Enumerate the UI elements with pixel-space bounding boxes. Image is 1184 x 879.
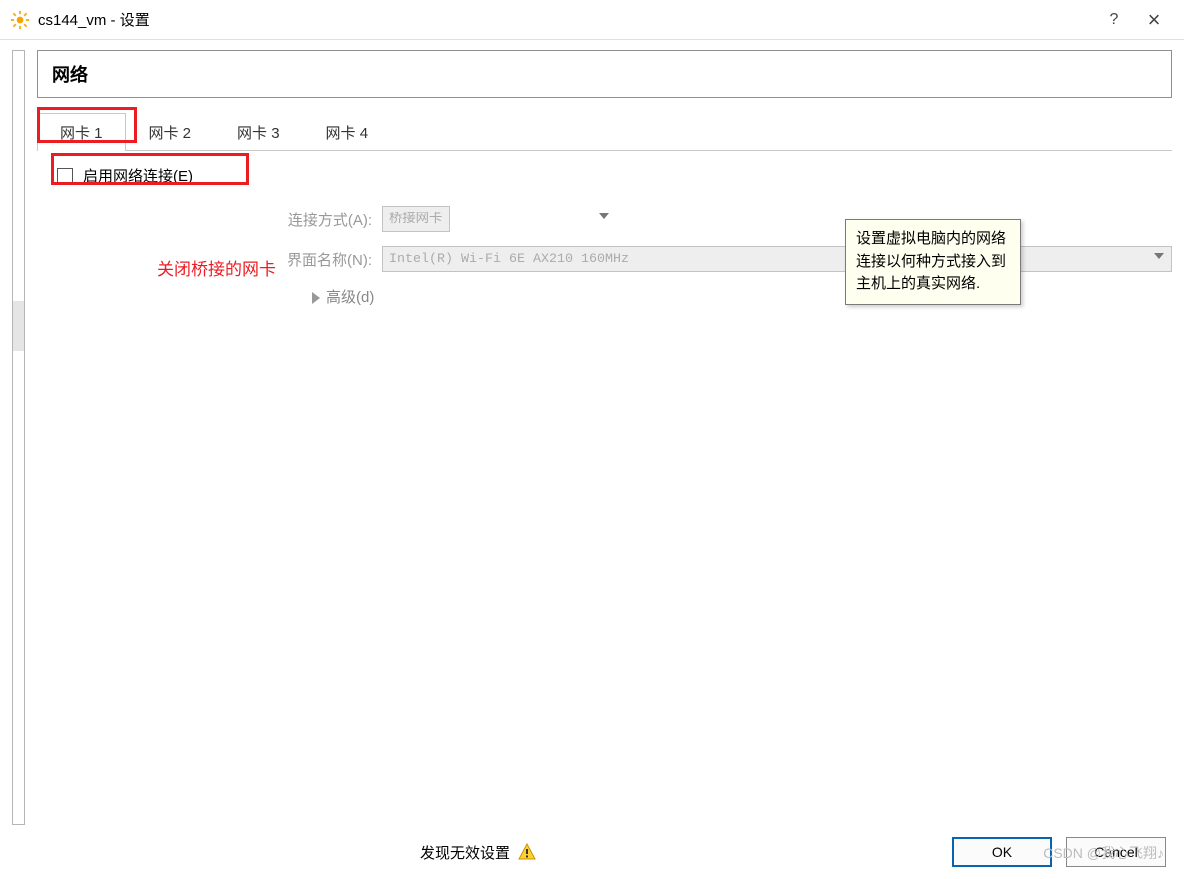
sidebar-item-audio[interactable]: 声音: [13, 251, 25, 301]
tooltip-text: 设置虚拟电脑内的网络连接以何种方式接入到主机上的真实网络.: [856, 230, 1006, 292]
enable-network-label: 启用网络连接(E): [83, 165, 193, 186]
sidebar-item-display[interactable]: 显示: [13, 151, 25, 201]
triangle-right-icon: [312, 292, 320, 304]
cancel-button[interactable]: Cancel: [1066, 837, 1166, 867]
warning-icon: [518, 843, 536, 861]
chevron-down-icon: [599, 213, 609, 219]
titlebar: cs144_vm - 设置 ? ×: [0, 0, 1184, 40]
advanced-label: 高级(d): [326, 289, 374, 306]
sidebar-item-network[interactable]: 网络: [13, 301, 25, 351]
sidebar-item-shared[interactable]: 共享文件夹: [13, 451, 25, 501]
iface-label: 界面名称(N):: [37, 249, 382, 270]
close-button[interactable]: ×: [1134, 7, 1174, 33]
sidebar-item-general[interactable]: 常规: [13, 51, 25, 101]
enable-network-checkbox[interactable]: [57, 168, 73, 184]
ok-button[interactable]: OK: [952, 837, 1052, 867]
attached-label: 连接方式(A):: [37, 209, 382, 230]
attached-select[interactable]: 桥接网卡: [382, 206, 450, 232]
sidebar-item-ui[interactable]: 用户界面: [13, 501, 25, 551]
settings-sidebar: 常规 系统 显示 存储 声音: [12, 50, 25, 825]
help-button[interactable]: ?: [1094, 11, 1134, 29]
sidebar-item-usb[interactable]: USB设备: [13, 401, 25, 451]
tab-adapter-3[interactable]: 网卡 3: [214, 113, 303, 151]
form-area: 启用网络连接(E) 连接方式(A): 桥接网卡 界面名称(N): Intel(R…: [37, 151, 1172, 825]
sidebar-item-system[interactable]: 系统: [13, 101, 25, 151]
network-tabs: 网卡 1 网卡 2 网卡 3 网卡 4: [37, 112, 1172, 151]
enable-network-row: 启用网络连接(E): [37, 165, 1172, 186]
tab-adapter-2[interactable]: 网卡 2: [126, 113, 215, 151]
sidebar-item-storage[interactable]: 存储: [13, 201, 25, 251]
status-area: 发现无效设置: [18, 842, 938, 863]
tab-adapter-4[interactable]: 网卡 4: [303, 113, 392, 151]
sidebar-item-serial[interactable]: 串口: [13, 351, 25, 401]
app-icon: [10, 10, 30, 30]
main-panel: 网络 网卡 1 网卡 2 网卡 3 网卡 4 启用网络连接(E) 连接方式(A)…: [37, 50, 1172, 825]
footer: 发现无效设置 OK Cancel: [0, 825, 1184, 879]
panel-title: 网络: [37, 50, 1172, 98]
attached-tooltip: 设置虚拟电脑内的网络连接以何种方式接入到主机上的真实网络.: [845, 219, 1021, 305]
window-title: cs144_vm - 设置: [38, 9, 1094, 30]
tab-adapter-1[interactable]: 网卡 1: [37, 113, 126, 151]
iface-select[interactable]: Intel(R) Wi-Fi 6E AX210 160MHz: [382, 246, 1172, 272]
content-area: 常规 系统 显示 存储 声音: [0, 40, 1184, 825]
status-text: 发现无效设置: [420, 842, 510, 863]
